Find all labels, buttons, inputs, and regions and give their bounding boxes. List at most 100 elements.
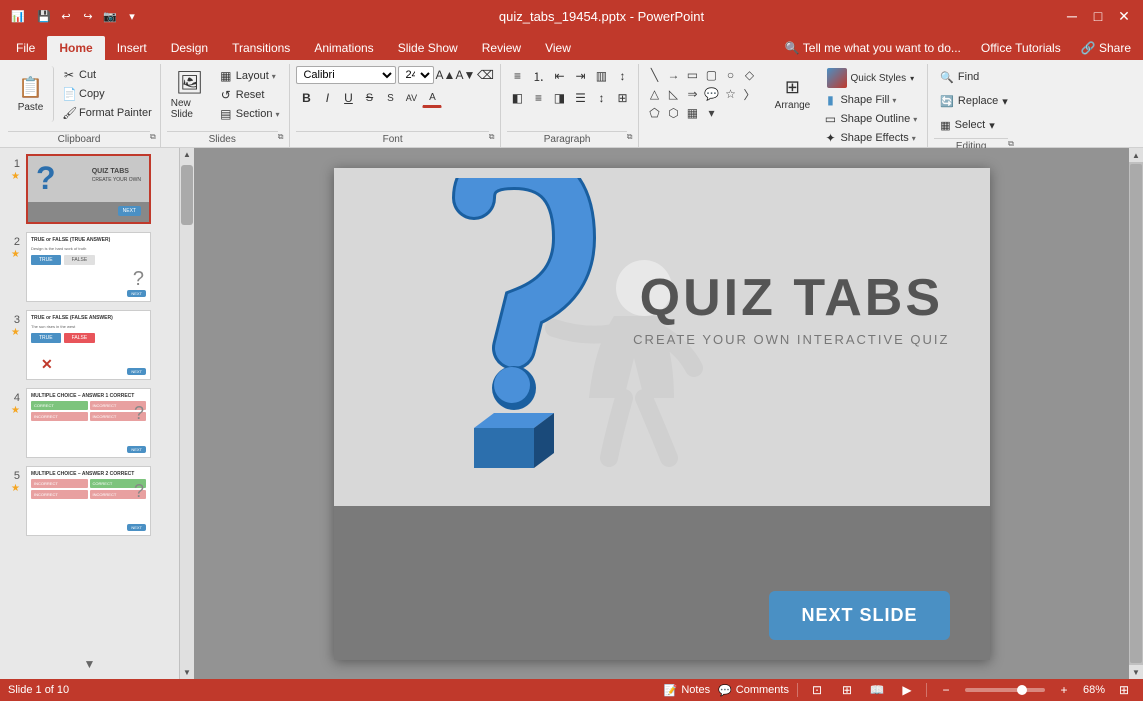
layout-button[interactable]: ▦ Layout ▾ xyxy=(215,67,284,85)
find-button[interactable]: 🔍 Find xyxy=(934,66,1014,88)
tab-home[interactable]: Home xyxy=(47,36,104,60)
redo-button[interactable]: ↪ xyxy=(78,6,98,26)
align-center-button[interactable]: ≡ xyxy=(528,88,548,108)
arrange-button[interactable]: ⊞ Arrange xyxy=(769,66,815,122)
scroll-up-button[interactable]: ▲ xyxy=(1129,148,1143,162)
shape-chevron[interactable]: 〉 xyxy=(740,85,758,103)
line-spacing-button[interactable]: ↕ xyxy=(591,88,611,108)
save-button[interactable]: 💾 xyxy=(34,6,54,26)
next-slide-button[interactable]: NEXT SLIDE xyxy=(769,591,949,640)
screenshot-button[interactable]: 📷 xyxy=(100,6,120,26)
shadow-button[interactable]: S xyxy=(380,88,400,108)
cut-button[interactable]: ✂ Cut xyxy=(58,66,156,84)
shape-arrow[interactable]: → xyxy=(664,66,682,84)
columns-button[interactable]: ▥ xyxy=(591,66,611,86)
strikethrough-button[interactable]: S xyxy=(359,88,379,108)
font-size-select[interactable]: 24 xyxy=(398,66,434,84)
shape-callout[interactable]: 💬 xyxy=(702,85,720,103)
justify-button[interactable]: ☰ xyxy=(570,88,590,108)
text-direction-button[interactable]: ↕ xyxy=(612,66,632,86)
slide-panel[interactable]: 1 ★ ? QUIZ TABSCREATE YOUR OWN NEXT 2 ★ … xyxy=(0,148,180,679)
italic-button[interactable]: I xyxy=(317,88,337,108)
decrease-font-button[interactable]: A▼ xyxy=(456,66,474,84)
shape-outline-button[interactable]: ▭ Shape Outline ▾ xyxy=(819,110,921,128)
normal-view-button[interactable]: ⊡ xyxy=(806,681,828,699)
tab-review[interactable]: Review xyxy=(470,36,533,60)
minimize-button[interactable]: ─ xyxy=(1061,5,1083,27)
font-color-button[interactable]: A xyxy=(422,88,442,108)
slides-expand-icon[interactable]: ⧉ xyxy=(278,132,284,142)
shape-dropdown[interactable]: ▾ xyxy=(702,104,720,122)
fit-slide-button[interactable]: ⊞ xyxy=(1113,681,1135,699)
slide-img-5[interactable]: MULTIPLE CHOICE – ANSWER 2 CORRECT INCOR… xyxy=(26,466,151,536)
tell-me-button[interactable]: 🔍 Tell me what you want to do... xyxy=(777,38,969,58)
slide-canvas[interactable]: QUIZ TABS CREATE YOUR OWN INTERACTIVE QU… xyxy=(334,168,990,660)
comments-button[interactable]: 💬 Comments xyxy=(718,684,789,697)
slide-thumb-5[interactable]: 5 ★ MULTIPLE CHOICE – ANSWER 2 CORRECT I… xyxy=(4,464,175,538)
shape-hex[interactable]: ⬡ xyxy=(664,104,682,122)
panel-scroll-down-button[interactable]: ▼ xyxy=(84,657,96,671)
shape-pentagon[interactable]: ⬠ xyxy=(645,104,663,122)
zoom-in-button[interactable]: + xyxy=(1053,681,1075,699)
scroll-down-button[interactable]: ▼ xyxy=(1129,665,1143,679)
tab-slideshow[interactable]: Slide Show xyxy=(386,36,470,60)
quick-styles-button[interactable]: Quick Styles ▾ xyxy=(819,66,921,90)
tab-design[interactable]: Design xyxy=(159,36,220,60)
slide-thumb-3[interactable]: 3 ★ TRUE or FALSE (FALSE ANSWER) The sun… xyxy=(4,308,175,382)
slide-img-2[interactable]: TRUE or FALSE (TRUE ANSWER) Design is th… xyxy=(26,232,151,302)
shape-circle[interactable]: ○ xyxy=(721,66,739,84)
slide-img-1[interactable]: ? QUIZ TABSCREATE YOUR OWN NEXT xyxy=(26,154,151,224)
increase-font-button[interactable]: A▲ xyxy=(436,66,454,84)
numbering-button[interactable]: ⒈ xyxy=(528,66,548,86)
decrease-indent-button[interactable]: ⇤ xyxy=(549,66,569,86)
font-expand-icon[interactable]: ⧉ xyxy=(489,132,495,142)
slide-img-4[interactable]: MULTIPLE CHOICE – ANSWER 1 CORRECT CORRE… xyxy=(26,388,151,458)
panel-scroll-down-btn[interactable]: ▼ xyxy=(181,666,193,679)
zoom-slider[interactable] xyxy=(965,688,1045,692)
shape-line[interactable]: ╲ xyxy=(645,66,663,84)
share-button[interactable]: 🔗 Share xyxy=(1073,38,1139,58)
tab-file[interactable]: File xyxy=(4,36,47,60)
shape-fill-button[interactable]: ▮ Shape Fill ▾ xyxy=(819,91,921,109)
align-right-button[interactable]: ◨ xyxy=(549,88,569,108)
reset-button[interactable]: ↺ Reset xyxy=(215,86,284,104)
tab-transitions[interactable]: Transitions xyxy=(220,36,302,60)
tab-view[interactable]: View xyxy=(533,36,583,60)
font-name-select[interactable]: Calibri xyxy=(296,66,396,84)
shape-rect[interactable]: ▭ xyxy=(683,66,701,84)
restore-button[interactable]: □ xyxy=(1087,5,1109,27)
smart-art-button[interactable]: ⊞ xyxy=(612,88,632,108)
panel-scroll-up-button[interactable]: ▲ xyxy=(181,148,193,161)
underline-button[interactable]: U xyxy=(338,88,358,108)
clipboard-expand-icon[interactable]: ⧉ xyxy=(150,132,156,142)
shape-rt-tri[interactable]: ◺ xyxy=(664,85,682,103)
slide-img-3[interactable]: TRUE or FALSE (FALSE ANSWER) The sun ris… xyxy=(26,310,151,380)
shape-more-arrow[interactable]: ⇒ xyxy=(683,85,701,103)
tab-insert[interactable]: Insert xyxy=(105,36,159,60)
paste-button[interactable]: 📋 Paste xyxy=(8,66,54,122)
replace-button[interactable]: 🔄 Replace ▾ xyxy=(934,90,1014,112)
shape-triangle[interactable]: △ xyxy=(645,85,663,103)
slide-thumb-4[interactable]: 4 ★ MULTIPLE CHOICE – ANSWER 1 CORRECT C… xyxy=(4,386,175,460)
slide-thumb-1[interactable]: 1 ★ ? QUIZ TABSCREATE YOUR OWN NEXT xyxy=(4,152,175,226)
select-button[interactable]: ▦ Select ▾ xyxy=(934,114,1014,136)
slide-sorter-button[interactable]: ⊞ xyxy=(836,681,858,699)
undo-button[interactable]: ↩ xyxy=(56,6,76,26)
shape-frame[interactable]: ▦ xyxy=(683,104,701,122)
shape-diamond[interactable]: ◇ xyxy=(740,66,758,84)
format-painter-button[interactable]: 🖌 Format Painter xyxy=(58,104,156,122)
panel-scroll-thumb[interactable] xyxy=(181,165,193,225)
zoom-out-button[interactable]: − xyxy=(935,681,957,699)
shape-effects-button[interactable]: ✦ Shape Effects ▾ xyxy=(819,129,921,147)
paragraph-expand-icon[interactable]: ⧉ xyxy=(627,132,633,142)
close-button[interactable]: ✕ xyxy=(1113,5,1135,27)
align-left-button[interactable]: ◧ xyxy=(507,88,527,108)
char-spacing-button[interactable]: AV xyxy=(401,88,421,108)
section-button[interactable]: ▤ Section ▾ xyxy=(215,105,284,123)
qa-dropdown-button[interactable]: ▾ xyxy=(122,6,142,26)
copy-button[interactable]: 📄 Copy xyxy=(58,85,156,103)
office-tutorials-button[interactable]: Office Tutorials xyxy=(973,38,1069,58)
bullets-button[interactable]: ≡ xyxy=(507,66,527,86)
bold-button[interactable]: B xyxy=(296,88,316,108)
increase-indent-button[interactable]: ⇥ xyxy=(570,66,590,86)
